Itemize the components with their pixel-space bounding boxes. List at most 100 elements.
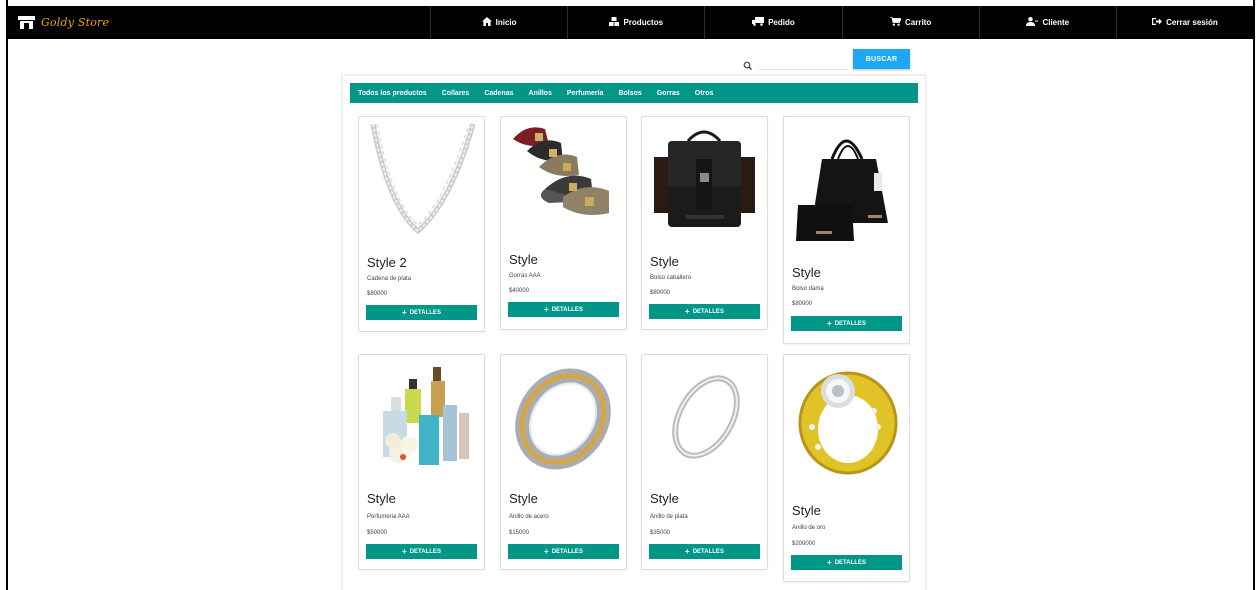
nav-productos[interactable]: Productos <box>567 6 704 39</box>
product-description: Gorras AAA <box>509 273 541 279</box>
product-title: Style <box>792 503 821 518</box>
product-card: Style Gorras AAA $40000 + DETALLES <box>500 116 627 330</box>
search-input[interactable] <box>758 52 848 70</box>
plus-icon: + <box>685 546 690 556</box>
sign-out-icon <box>1152 17 1163 28</box>
category-cadenas[interactable]: Cadenas <box>484 90 513 97</box>
nav-label: Carrito <box>904 18 932 27</box>
details-button[interactable]: + DETALLES <box>366 305 477 320</box>
product-title: Style 2 <box>367 255 407 270</box>
product-description: Anillo de plata <box>650 514 688 520</box>
product-card: Style 2 Cadena de plata $80000 + DETALLE… <box>358 116 485 332</box>
plus-icon: + <box>402 307 407 317</box>
home-icon <box>481 17 492 28</box>
product-card: Style Anillo de acero $15000 + DETALLES <box>500 354 627 570</box>
product-description: Perfumeria AAA <box>367 514 410 520</box>
cart-icon <box>889 16 902 28</box>
product-price: $80000 <box>792 301 813 307</box>
details-label: DETALLES <box>551 548 583 555</box>
product-card: Style Bolso caballero $80000 + DETALLES <box>641 116 768 330</box>
top-navbar: Goldy Store Inicio Productos Pedido Carr… <box>8 6 1253 39</box>
product-price: $35000 <box>650 530 671 536</box>
search-button[interactable]: BUSCAR <box>853 49 910 69</box>
category-bolsos[interactable]: Bolsos <box>618 90 641 97</box>
details-label: DETALLES <box>692 548 724 555</box>
product-price: $80000 <box>367 291 388 297</box>
page-frame-left <box>6 0 8 590</box>
details-label: DETALLES <box>834 559 866 566</box>
details-button[interactable]: + DETALLES <box>649 304 760 319</box>
category-collares[interactable]: Collares <box>442 90 470 97</box>
product-title: Style <box>650 491 679 506</box>
product-title: Style <box>509 252 538 267</box>
product-price: $200000 <box>792 541 816 547</box>
gold-ring-image <box>798 371 898 475</box>
product-description: Bolso dama <box>792 286 824 292</box>
nav-pedido[interactable]: Pedido <box>704 6 841 39</box>
nav-carrito[interactable]: Carrito <box>841 6 979 39</box>
product-card: Style Perfumeria AAA $50000 + DETALLES <box>358 354 485 570</box>
category-todos[interactable]: Todos los productos <box>358 90 427 97</box>
plus-icon: + <box>827 318 832 328</box>
product-price: $50000 <box>367 530 388 536</box>
truck-icon <box>752 17 765 28</box>
page-frame-right <box>1253 0 1255 590</box>
nav-label: Cerrar sesión <box>1166 18 1218 27</box>
details-button[interactable]: + DETALLES <box>791 316 902 331</box>
details-label: DETALLES <box>834 320 866 327</box>
product-title: Style <box>509 491 538 506</box>
perfume-bottles-image <box>383 367 469 465</box>
product-description: Anillo de acero <box>509 514 549 520</box>
details-button[interactable]: + DETALLES <box>649 544 760 559</box>
product-description: Cadena de plata <box>367 276 412 282</box>
details-button[interactable]: + DETALLES <box>366 544 477 559</box>
category-otros[interactable]: Otros <box>695 90 714 97</box>
search-icon <box>743 58 753 70</box>
leather-messenger-bag-image <box>654 130 755 227</box>
details-button[interactable]: + DETALLES <box>791 555 902 570</box>
product-card: Style Anillo de plata $35000 + DETALLES <box>641 354 768 570</box>
category-bar: Todos los productos Collares Cadenas Ani… <box>350 83 918 103</box>
details-label: DETALLES <box>409 548 441 555</box>
user-icon <box>1026 17 1039 28</box>
plus-icon: + <box>544 546 549 556</box>
silver-chain-image <box>370 123 476 235</box>
cubes-icon <box>609 17 620 28</box>
black-handbag-image <box>796 139 888 241</box>
nav-cliente[interactable]: Cliente <box>978 6 1116 39</box>
nav-label: Productos <box>623 18 664 27</box>
details-button[interactable]: + DETALLES <box>508 544 619 559</box>
nav-label: Cliente <box>1042 18 1070 27</box>
product-card: Style Bolso dama $80000 + DETALLES <box>783 116 910 344</box>
product-description: Anillo de oro <box>792 525 826 531</box>
steel-gold-ring-image <box>515 368 611 470</box>
category-gorras[interactable]: Gorras <box>657 90 680 97</box>
nav-cerrar-sesion[interactable]: Cerrar sesión <box>1115 6 1253 39</box>
store-icon <box>18 16 35 29</box>
details-label: DETALLES <box>692 308 724 315</box>
plus-icon: + <box>827 557 832 567</box>
brand-name: Goldy Store <box>41 16 110 29</box>
plus-icon: + <box>402 546 407 556</box>
product-description: Bolso caballero <box>650 275 692 281</box>
category-perfumeria[interactable]: Perfumería <box>567 90 604 97</box>
nav-label: Pedido <box>768 18 795 27</box>
product-price: $40000 <box>509 288 530 294</box>
details-button[interactable]: + DETALLES <box>508 302 619 317</box>
category-anillos[interactable]: Anillos <box>529 90 552 97</box>
product-title: Style <box>792 265 821 280</box>
details-label: DETALLES <box>409 309 441 316</box>
brand[interactable]: Goldy Store <box>8 6 430 39</box>
product-price: $15000 <box>509 530 530 536</box>
nav-label: Inicio <box>495 18 517 27</box>
silver-ring-image <box>672 375 740 459</box>
trucker-caps-image <box>513 127 609 215</box>
product-title: Style <box>367 491 396 506</box>
details-label: DETALLES <box>551 306 583 313</box>
product-title: Style <box>650 254 679 269</box>
plus-icon: + <box>685 306 690 316</box>
plus-icon: + <box>544 304 549 314</box>
product-card: Style Anillo de oro $200000 + DETALLES <box>783 354 910 582</box>
nav-inicio[interactable]: Inicio <box>430 6 567 39</box>
product-price: $80000 <box>650 290 671 296</box>
